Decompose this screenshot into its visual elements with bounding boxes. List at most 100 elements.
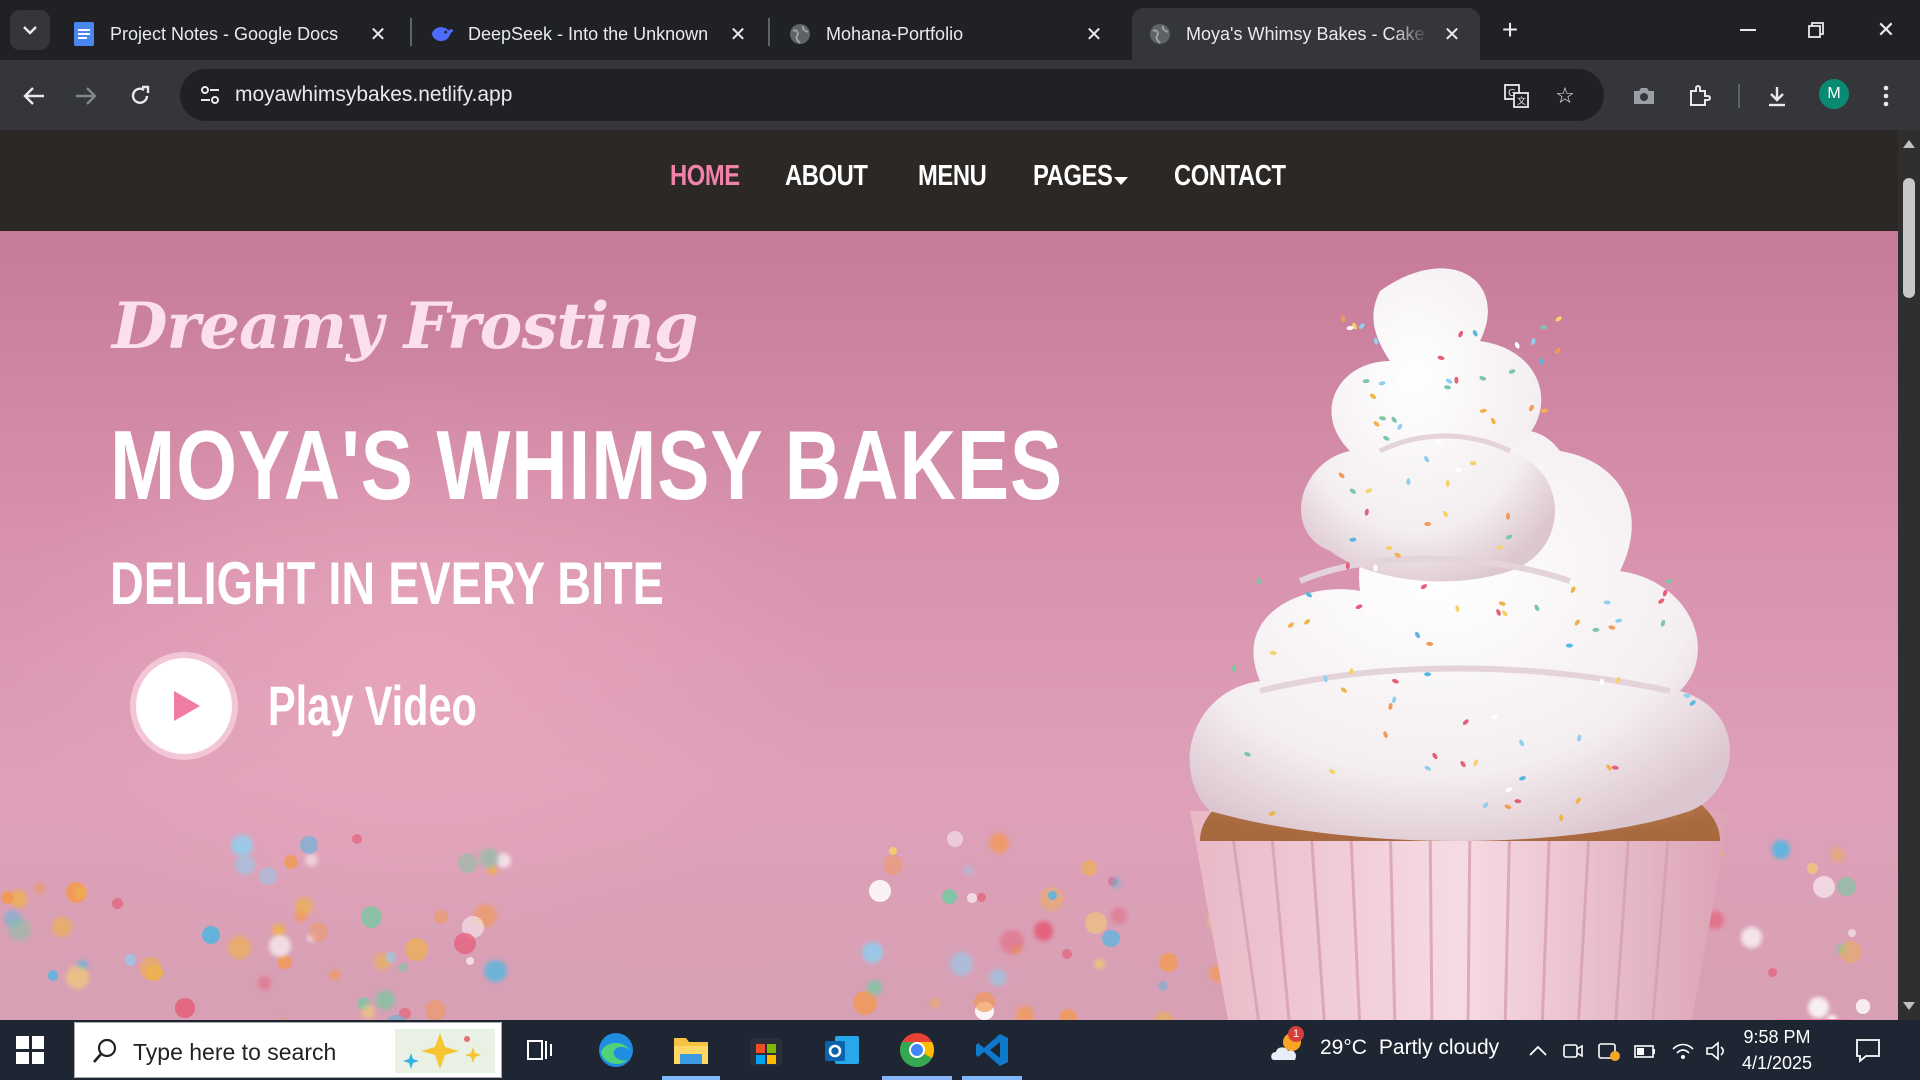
page-viewport: HOME ABOUT MENU PAGES CONTACT Dreamy Fro… [0,130,1920,1020]
deepseek-icon [430,22,454,46]
nav-menu[interactable]: MENU [918,160,987,193]
task-view-icon[interactable] [518,1028,562,1072]
taskbar-search-box[interactable]: Type here to search [74,1022,502,1078]
sprinkle-dot [1047,890,1057,900]
meet-now-icon[interactable] [1560,1038,1586,1064]
sprinkle-dot [454,932,476,955]
edge-browser-icon[interactable] [594,1028,638,1072]
close-icon[interactable]: ✕ [1440,22,1464,46]
sprinkle-dot [1830,847,1845,862]
frosting-sprinkle [1385,546,1393,550]
close-icon[interactable]: ✕ [366,22,390,46]
frosting-sprinkle [1531,338,1536,345]
tab-moyas-whimsy-bakes[interactable]: Moya's Whimsy Bakes - Cake Shop ✕ [1132,8,1480,60]
restore-icon[interactable] [1796,10,1836,50]
tab-mohana-portfolio[interactable]: Mohana-Portfolio ✕ [772,8,1122,60]
play-video-label[interactable]: Play Video [268,673,477,738]
sprinkle-dot [308,922,329,942]
reload-icon[interactable] [122,78,158,114]
cupcake-image [1189,268,1730,1020]
sprinkle-dot [47,970,59,981]
frosting-sprinkle [1256,577,1262,585]
more-menu-icon[interactable] [1868,78,1904,114]
frosting-sprinkle [1514,342,1520,349]
sprinkle-dot [867,980,883,996]
translate-icon[interactable]: G文 [1504,83,1530,109]
outlook-icon[interactable] [820,1028,864,1072]
chrome-icon[interactable] [895,1028,939,1072]
frosting-sprinkle [1358,323,1365,329]
search-placeholder[interactable]: Type here to search [133,1039,336,1066]
close-icon[interactable]: ✕ [726,22,750,46]
partly-cloudy-weather-icon: 1 [1268,1026,1308,1066]
security-alert-icon[interactable] [1596,1038,1622,1064]
new-tab-button[interactable]: + [1494,14,1526,46]
sprinkle-dot [1102,930,1120,948]
file-explorer-icon[interactable] [669,1028,713,1072]
sprinkle-dot [277,954,292,970]
tab-google-docs[interactable]: Project Notes - Google Docs ✕ [56,8,406,60]
sprinkle-dot [146,964,163,982]
wifi-icon[interactable] [1670,1038,1696,1064]
minimize-icon[interactable] [1728,10,1768,50]
tab-title: Moya's Whimsy Bakes - Cake Shop [1186,23,1430,44]
bookmark-star-icon[interactable]: ☆ [1552,83,1578,109]
scroll-up-arrow-icon[interactable] [1903,140,1915,148]
sprinkle-dot [397,962,408,973]
screenshot-camera-icon[interactable] [1626,78,1662,114]
nav-pages-dropdown[interactable]: PAGES [1033,160,1130,193]
sprinkle-dot [946,831,963,847]
sprinkle-dot [483,959,507,983]
vscode-icon[interactable] [970,1028,1014,1072]
show-hidden-icons-chevron-up-icon[interactable] [1525,1038,1551,1064]
sprinkle-dot [201,926,220,945]
address-bar[interactable]: moyawhimsybakes.netlify.app G文 ☆ [180,69,1604,121]
close-icon[interactable]: ✕ [1082,22,1106,46]
sprinkle-dot [258,866,277,885]
frosting-sprinkle [1555,347,1561,354]
notification-center-icon[interactable] [1854,1036,1882,1064]
battery-icon[interactable] [1632,1038,1658,1064]
scroll-down-arrow-icon[interactable] [1903,1002,1915,1010]
forward-icon[interactable] [68,78,104,114]
nav-home[interactable]: HOME [670,160,740,193]
url-text[interactable]: moyawhimsybakes.netlify.app [235,83,512,107]
nav-about[interactable]: ABOUT [785,160,868,193]
weather-widget[interactable]: 1 29°C Partly cloudy [1268,1026,1499,1066]
volume-speaker-icon[interactable] [1704,1038,1730,1064]
site-settings-icon[interactable] [198,83,222,107]
play-video-button[interactable] [130,652,238,760]
nav-pages[interactable]: PAGES [1033,160,1113,193]
sprinkle-dot [1771,839,1791,859]
sprinkle-dot [330,969,341,980]
sprinkle-dot [869,880,891,903]
microsoft-store-icon[interactable] [744,1028,788,1072]
tab-search-button[interactable] [10,10,50,50]
back-icon[interactable] [16,78,52,114]
chevron-down-icon [23,26,37,35]
sprinkle-dot [1000,930,1024,954]
sprinkle-dot [1807,862,1819,874]
sprinkle-dot [124,954,137,967]
sprinkle-dot [1059,1009,1077,1020]
tab-separator [768,18,770,46]
active-app-indicator [882,1076,952,1080]
sprinkle-dot [300,836,319,855]
scroll-thumb[interactable] [1903,178,1915,298]
system-clock[interactable]: 9:58 PM 4/1/2025 [1742,1024,1812,1076]
profile-avatar[interactable]: M [1819,79,1849,109]
sprinkle-dot [230,834,253,857]
sprinkle-dot [305,853,318,866]
sprinkle-dot [941,888,957,904]
hero-section: Dreamy Frosting MOYA'S WHIMSY BAKES DELI… [0,231,1898,1020]
extensions-puzzle-icon[interactable] [1681,78,1717,114]
windows-start-icon[interactable] [16,1036,44,1064]
sprinkle-dot [930,998,940,1008]
tab-deepseek[interactable]: DeepSeek - Into the Unknown ✕ [414,8,766,60]
close-window-icon[interactable]: ✕ [1866,10,1906,50]
tab-separator [410,18,412,46]
toolbar-divider [1738,84,1740,108]
download-icon[interactable] [1759,78,1795,114]
page-scrollbar[interactable] [1898,130,1920,1020]
nav-contact[interactable]: CONTACT [1174,160,1286,193]
